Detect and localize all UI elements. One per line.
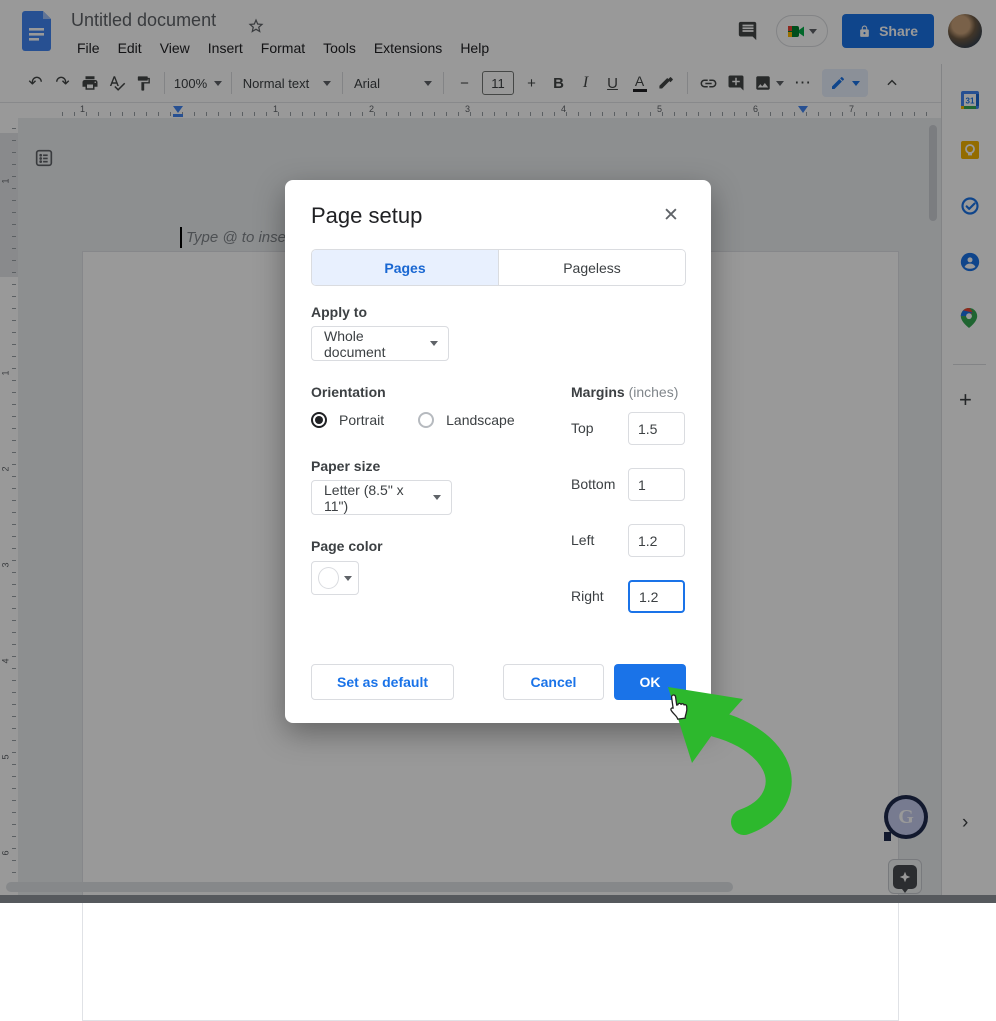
- apply-to-select[interactable]: Whole document: [311, 326, 449, 361]
- radio-portrait[interactable]: Portrait: [311, 412, 384, 428]
- margin-right-input[interactable]: [628, 580, 685, 613]
- dropdown-caret-icon: [344, 576, 352, 581]
- margin-left-input[interactable]: [628, 524, 685, 557]
- margin-bottom-label: Bottom: [571, 468, 627, 501]
- tab-pages[interactable]: Pages: [312, 250, 498, 285]
- dialog-tabs: Pages Pageless: [311, 249, 686, 286]
- dropdown-caret-icon: [430, 341, 438, 346]
- margin-top-label: Top: [571, 412, 627, 445]
- orientation-options: Portrait Landscape: [311, 412, 515, 428]
- margin-top-input[interactable]: [628, 412, 685, 445]
- set-as-default-button[interactable]: Set as default: [311, 664, 454, 700]
- cancel-button[interactable]: Cancel: [503, 664, 604, 700]
- margin-left-label: Left: [571, 524, 627, 557]
- close-icon[interactable]: ✕: [660, 204, 682, 226]
- apply-to-label: Apply to: [311, 304, 367, 320]
- orientation-label: Orientation: [311, 384, 386, 400]
- dialog-title: Page setup: [311, 203, 422, 229]
- current-color-swatch: [318, 567, 339, 589]
- radio-unselected-icon: [418, 412, 434, 428]
- dropdown-caret-icon: [433, 495, 441, 500]
- paper-size-select[interactable]: Letter (8.5" x 11"): [311, 480, 452, 515]
- page-setup-dialog: Page setup ✕ Pages Pageless Apply to Who…: [285, 180, 711, 723]
- paper-size-label: Paper size: [311, 458, 380, 474]
- margin-bottom-input[interactable]: [628, 468, 685, 501]
- ok-button[interactable]: OK: [614, 664, 686, 700]
- margins-label: Margins (inches): [571, 384, 678, 400]
- margin-right-label: Right: [571, 580, 627, 613]
- page-color-picker[interactable]: [311, 561, 359, 595]
- tab-pageless[interactable]: Pageless: [498, 250, 685, 285]
- radio-selected-icon: [311, 412, 327, 428]
- radio-landscape[interactable]: Landscape: [418, 412, 515, 428]
- page-color-label: Page color: [311, 538, 383, 554]
